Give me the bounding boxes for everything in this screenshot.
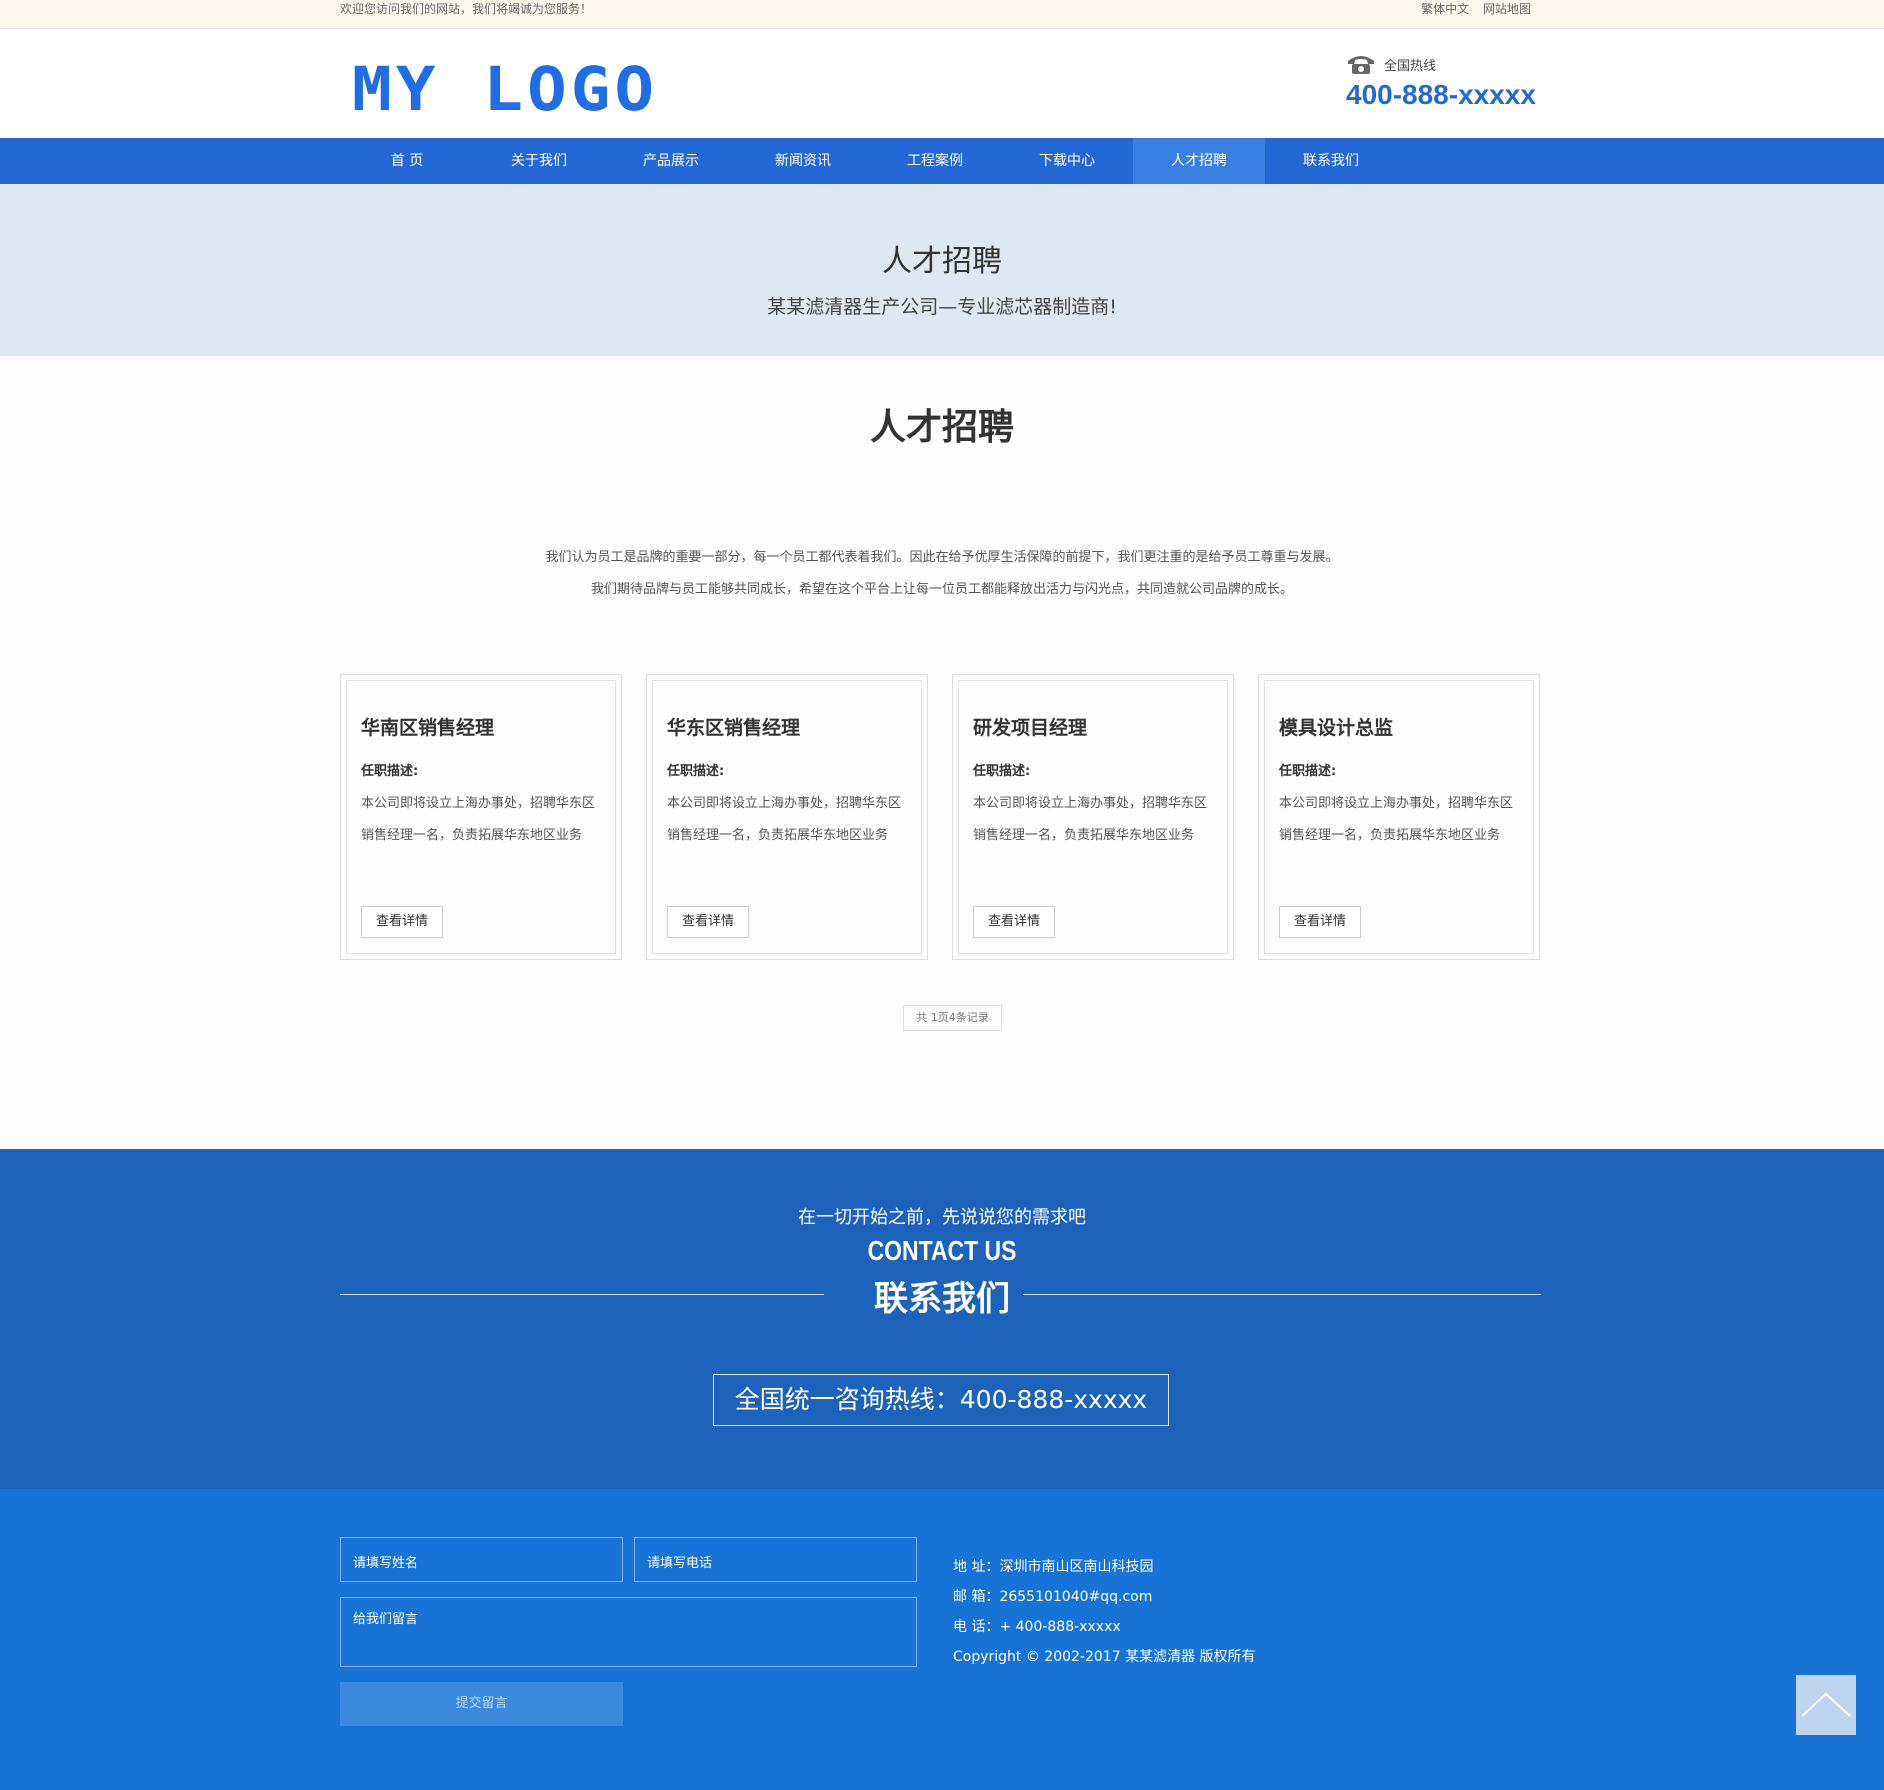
link-traditional-chinese[interactable]: 繁体中文 [1421,2,1469,16]
nav-cases[interactable]: 工程案例 [869,138,1001,184]
job-title: 华南区销售经理 [361,717,495,739]
job-card: 研发项目经理 任职描述: 本公司即将设立上海办事处，招聘华东区销售经理一名，负责… [952,674,1234,960]
job-card: 华东区销售经理 任职描述: 本公司即将设立上海办事处，招聘华东区销售经理一名，负… [646,674,928,960]
job-desc-label: 任职描述: [973,764,1031,779]
job-list: 华南区销售经理 任职描述: 本公司即将设立上海办事处，招聘华东区销售经理一名，负… [340,674,1542,960]
footer: 请填写姓名 请填写电话 给我们留言 提交留言 地 址：深圳市南山区南山科技园 邮… [0,1489,1884,1790]
contact-section: 在一切开始之前，先说说您的需求吧 CONTACT US 联系我们 全国统一咨询热… [0,1149,1884,1489]
nav-news[interactable]: 新闻资讯 [737,138,869,184]
site-logo[interactable]: MY LOGO [352,59,658,121]
job-card: 华南区销售经理 任职描述: 本公司即将设立上海办事处，招聘华东区销售经理一名，负… [340,674,622,960]
nav-careers[interactable]: 人才招聘 [1133,138,1265,184]
submit-message-button[interactable]: 提交留言 [340,1682,623,1726]
nav-downloads[interactable]: 下载中心 [1001,138,1133,184]
contact-cn-title: 联系我们 [874,1279,1010,1319]
intro-line: 我们认为员工是品牌的重要一部分，每一个员工都代表着我们。因此在给予优厚生活保障的… [545,550,1339,565]
job-title: 研发项目经理 [973,717,1088,739]
nav-about[interactable]: 关于我们 [473,138,605,184]
name-input[interactable]: 请填写姓名 [340,1537,623,1582]
view-details-button[interactable]: 查看详情 [667,906,749,938]
nav-products[interactable]: 产品展示 [605,138,737,184]
back-to-top-button[interactable] [1796,1675,1856,1735]
header: MY LOGO 全国热线 400-888-xxxxx [0,29,1884,138]
message-textarea[interactable]: 给我们留言 [340,1597,917,1667]
welcome-text: 欢迎您访问我们的网站，我们将竭诚为您服务！ [340,2,593,16]
job-desc: 本公司即将设立上海办事处，招聘华东区销售经理一名，负责拓展华东地区业务 [667,796,902,843]
intro-text: 我们认为员工是品牌的重要一部分，每一个员工都代表着我们。因此在给予优厚生活保障的… [0,542,1884,606]
job-title: 模具设计总监 [1279,717,1394,739]
contact-en-title: CONTACT US [867,1235,1017,1266]
job-desc: 本公司即将设立上海办事处，招聘华东区销售经理一名，负责拓展华东地区业务 [1279,796,1514,843]
view-details-button[interactable]: 查看详情 [1279,906,1361,938]
contact-hotline: 全国统一咨询热线：400-888-xxxxx [713,1374,1169,1426]
contact-info: 地 址：深圳市南山区南山科技园 邮 箱：2655101040#qq.com 电 … [953,1552,1256,1672]
page-title: 人才招聘 [869,407,1014,448]
nav-home[interactable]: 首 页 [341,138,473,184]
phone-input[interactable]: 请填写电话 [634,1537,917,1582]
nav-contact[interactable]: 联系我们 [1265,138,1397,184]
hotline-label: 全国热线 [1384,58,1437,74]
job-desc: 本公司即将设立上海办事处，招聘华东区销售经理一名，负责拓展华东地区业务 [361,796,596,843]
copyright-text: Copyright © 2002-2017 某某滤清器 版权所有 [953,1649,1256,1665]
telephone-icon [1348,56,1374,74]
address-text: 地 址：深圳市南山区南山科技园 [953,1559,1154,1575]
banner-title: 人才招聘 [882,244,1002,279]
email-text: 邮 箱：2655101040#qq.com [953,1589,1153,1605]
phone-text: 电 话：+ 400-888-xxxxx [953,1619,1121,1635]
main-content: 人才招聘 我们认为员工是品牌的重要一部分，每一个员工都代表着我们。因此在给予优厚… [0,356,1884,1149]
banner-subtitle: 某某滤清器生产公司—专业滤芯器制造商! [767,296,1117,318]
job-desc-label: 任职描述: [667,764,725,779]
pagination-info: 共 1页4条记录 [903,1005,1002,1031]
top-links: 繁体中文 网站地图 [1411,0,1531,19]
view-details-button[interactable]: 查看详情 [973,906,1055,938]
chevron-up-icon [1801,1692,1851,1717]
link-sitemap[interactable]: 网站地图 [1483,2,1531,16]
intro-line: 我们期待品牌与员工能够共同成长，希望在这个平台上让每一位员工都能释放出活力与闪光… [590,582,1293,597]
job-desc-label: 任职描述: [361,764,419,779]
top-bar: 欢迎您访问我们的网站，我们将竭诚为您服务！ 繁体中文 网站地图 [0,0,1884,29]
job-desc: 本公司即将设立上海办事处，招聘华东区销售经理一名，负责拓展华东地区业务 [973,796,1208,843]
main-nav: 首 页 关于我们 产品展示 新闻资讯 工程案例 下载中心 人才招聘 联系我们 [0,138,1884,184]
page-banner: 人才招聘 某某滤清器生产公司—专业滤芯器制造商! [0,184,1884,356]
contact-lead: 在一切开始之前，先说说您的需求吧 [798,1207,1086,1228]
job-card: 模具设计总监 任职描述: 本公司即将设立上海办事处，招聘华东区销售经理一名，负责… [1258,674,1540,960]
header-hotline: 全国热线 400-888-xxxxx [1346,53,1536,111]
hotline-number: 400-888-xxxxx [1346,79,1536,110]
job-title: 华东区销售经理 [667,717,801,739]
job-desc-label: 任职描述: [1279,764,1337,779]
view-details-button[interactable]: 查看详情 [361,906,443,938]
